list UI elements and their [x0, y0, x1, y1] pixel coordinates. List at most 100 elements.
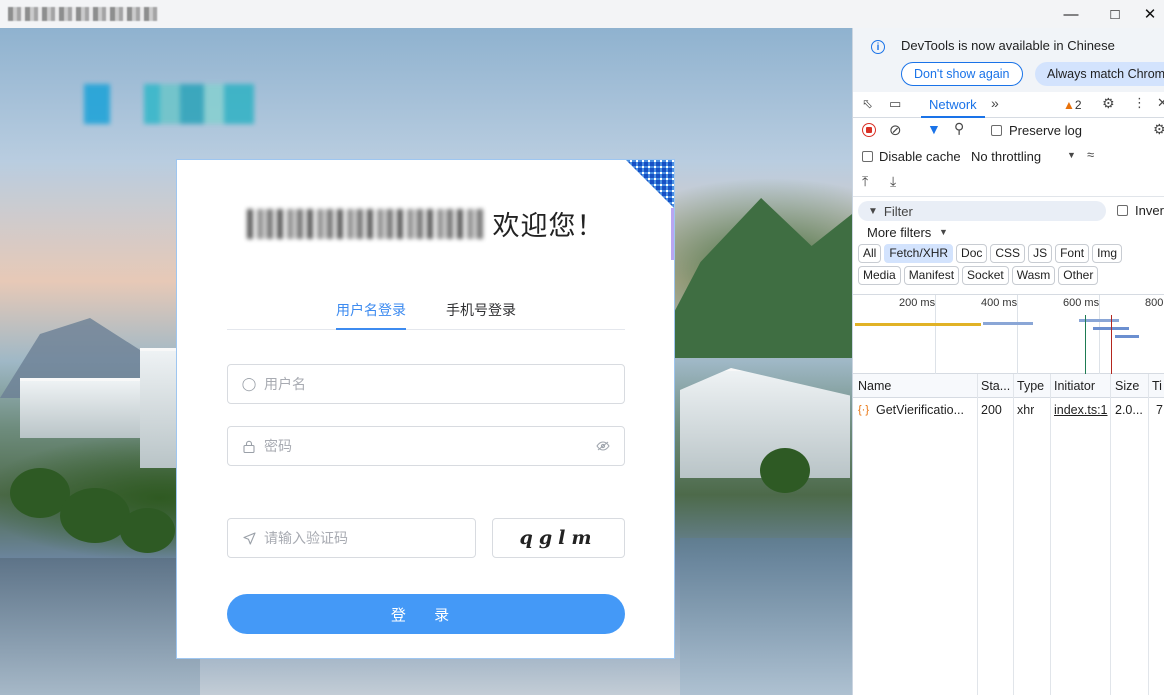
tab-username-login[interactable]: 用户名登录 [336, 300, 406, 330]
type-filter-doc[interactable]: Doc [956, 244, 988, 263]
column-divider [1110, 374, 1111, 695]
filter-row: ▼ Filter Inver [853, 196, 1164, 222]
disable-cache-label: Disable cache [879, 149, 961, 164]
throttling-select[interactable]: No throttling [971, 149, 1041, 164]
record-stop-icon[interactable] [862, 123, 876, 137]
preserve-log-checkbox[interactable] [991, 125, 1002, 136]
tree [120, 508, 175, 553]
column-initiator[interactable]: Initiator [1054, 379, 1095, 393]
captcha-image[interactable]: qglm [492, 518, 625, 558]
username-field[interactable]: ◯ 用户名 [227, 364, 625, 404]
qr-login-corner[interactable] [626, 160, 674, 208]
timeline-bar [1115, 335, 1139, 338]
network-toolbar-1: ⊘ ▼ ⚲ Preserve log ⚙ [853, 118, 1164, 144]
network-conditions-icon[interactable]: ≈ [1087, 147, 1094, 162]
always-match-button[interactable]: Always match Chrom [1035, 62, 1164, 86]
type-filter-row-1: All Fetch/XHR Doc CSS JS Font Img [853, 244, 1164, 266]
welcome-text: 欢迎您！ [492, 211, 605, 241]
type-filter-wasm[interactable]: Wasm [1011, 266, 1056, 285]
request-status: 200 [981, 403, 1002, 417]
type-filter-img[interactable]: Img [1092, 244, 1123, 263]
devtools-language-banner: i DevTools is now available in Chinese D… [853, 28, 1164, 92]
more-filters-button[interactable]: More filters [867, 225, 931, 240]
clear-icon[interactable]: ⊘ [889, 121, 902, 139]
tower-left [140, 348, 176, 468]
password-field[interactable]: 密码 [227, 426, 625, 466]
maximize-icon[interactable]: □ [1092, 0, 1138, 28]
type-filter-media[interactable]: Media [858, 266, 901, 285]
mountain-right [650, 198, 852, 358]
type-filter-css[interactable]: CSS [990, 244, 1026, 263]
type-filter-js[interactable]: JS [1028, 244, 1053, 263]
more-tabs-icon[interactable]: » [991, 95, 999, 111]
timeline-label: 200 ms [899, 297, 936, 309]
search-icon[interactable]: ⚲ [954, 120, 964, 137]
table-row[interactable]: {·} GetVierificatio... 200 xhr index.ts:… [853, 399, 1164, 421]
type-filter-font[interactable]: Font [1055, 244, 1090, 263]
request-name: GetVierificatio... [876, 403, 965, 417]
type-filter-all[interactable]: All [858, 244, 882, 263]
requests-table-header: Name Sta... Type Initiator Size Ti [853, 374, 1164, 398]
close-devtools-icon[interactable]: ✕ [1157, 95, 1164, 111]
minimize-icon[interactable]: — [1048, 0, 1094, 28]
type-filter-other[interactable]: Other [1058, 266, 1099, 285]
user-icon: ◯ [241, 376, 257, 391]
type-filter-row-2: Media Manifest Socket Wasm Other [853, 266, 1164, 288]
login-card: 欢迎您！ 用户名登录 手机号登录 ◯ 用户名 密码 请输入验证码 qglm 登 … [176, 159, 675, 659]
system-name-blurred [246, 208, 483, 239]
preserve-log-label: Preserve log [1009, 123, 1082, 138]
type-filter-socket[interactable]: Socket [962, 266, 1009, 285]
type-filter-chips: Media Manifest Socket Wasm Other [858, 266, 1101, 285]
disable-cache-checkbox[interactable] [862, 151, 873, 162]
invert-checkbox[interactable] [1117, 205, 1128, 216]
tab-phone-login[interactable]: 手机号登录 [446, 300, 516, 330]
warnings-badge[interactable]: ▲2 [1063, 98, 1082, 112]
banner-message: DevTools is now available in Chinese [901, 38, 1115, 53]
type-filter-fetch-xhr[interactable]: Fetch/XHR [884, 244, 954, 263]
type-filter-chips: All Fetch/XHR Doc CSS JS Font Img [858, 244, 1125, 263]
water-right [680, 538, 852, 695]
filter-placeholder: Filter [883, 203, 913, 219]
export-har-icon[interactable]: ⤓ [890, 173, 896, 190]
filter-icon: ▼ [868, 205, 878, 217]
timeline-label: 800 [1145, 297, 1164, 309]
column-size[interactable]: Size [1115, 379, 1139, 393]
type-filter-manifest[interactable]: Manifest [903, 266, 960, 285]
device-toolbar-icon[interactable]: ▭ [889, 96, 901, 112]
close-icon[interactable]: ✕ [1136, 0, 1164, 28]
settings-gear-icon[interactable]: ⚙ [1102, 95, 1115, 112]
timeline-label: 600 ms [1063, 297, 1100, 309]
request-initiator-link[interactable]: index.ts:1 [1054, 403, 1108, 417]
login-button[interactable]: 登 录 [227, 594, 625, 634]
request-time: 7 [1156, 403, 1163, 417]
login-heading: 欢迎您！ [177, 204, 674, 243]
network-overview-timeline[interactable]: 200 ms 400 ms 600 ms 800 [853, 294, 1164, 375]
filter-input[interactable]: ▼ Filter [858, 201, 1106, 221]
chevron-down-icon[interactable]: ▼ [1067, 150, 1076, 160]
captcha-field[interactable]: 请输入验证码 [227, 518, 476, 558]
column-status[interactable]: Sta... [981, 379, 1010, 393]
dont-show-again-button[interactable]: Don't show again [901, 62, 1023, 86]
column-divider [977, 374, 978, 695]
import-har-icon[interactable]: ⤒ [862, 173, 868, 190]
chevron-down-icon[interactable]: ▼ [939, 227, 948, 237]
network-toolbar-2: Disable cache No throttling ▼ ≈ [853, 144, 1164, 170]
qr-code-icon[interactable] [626, 160, 674, 208]
column-type[interactable]: Type [1017, 379, 1044, 393]
dom-content-loaded-marker [1085, 315, 1086, 375]
inspect-element-icon[interactable]: ⬁ [862, 96, 873, 112]
column-time[interactable]: Ti [1152, 379, 1162, 393]
timeline-bar [855, 323, 981, 326]
eye-hidden-icon[interactable] [596, 439, 610, 454]
captcha-text: qglm [519, 527, 598, 549]
network-settings-icon[interactable]: ⚙ [1153, 121, 1164, 138]
warning-icon: ▲ [1063, 98, 1075, 112]
filter-funnel-icon[interactable]: ▼ [927, 121, 941, 137]
column-name[interactable]: Name [858, 379, 891, 393]
timeline-label: 400 ms [981, 297, 1018, 309]
timeline-bar [983, 322, 1033, 325]
tab-network[interactable]: Network [921, 92, 985, 118]
login-page-background: 欢迎您！ 用户名登录 手机号登录 ◯ 用户名 密码 请输入验证码 qglm 登 … [0, 28, 852, 695]
kebab-menu-icon[interactable]: ⋮ [1133, 95, 1146, 111]
window-titlebar: — □ ✕ [0, 0, 1164, 28]
